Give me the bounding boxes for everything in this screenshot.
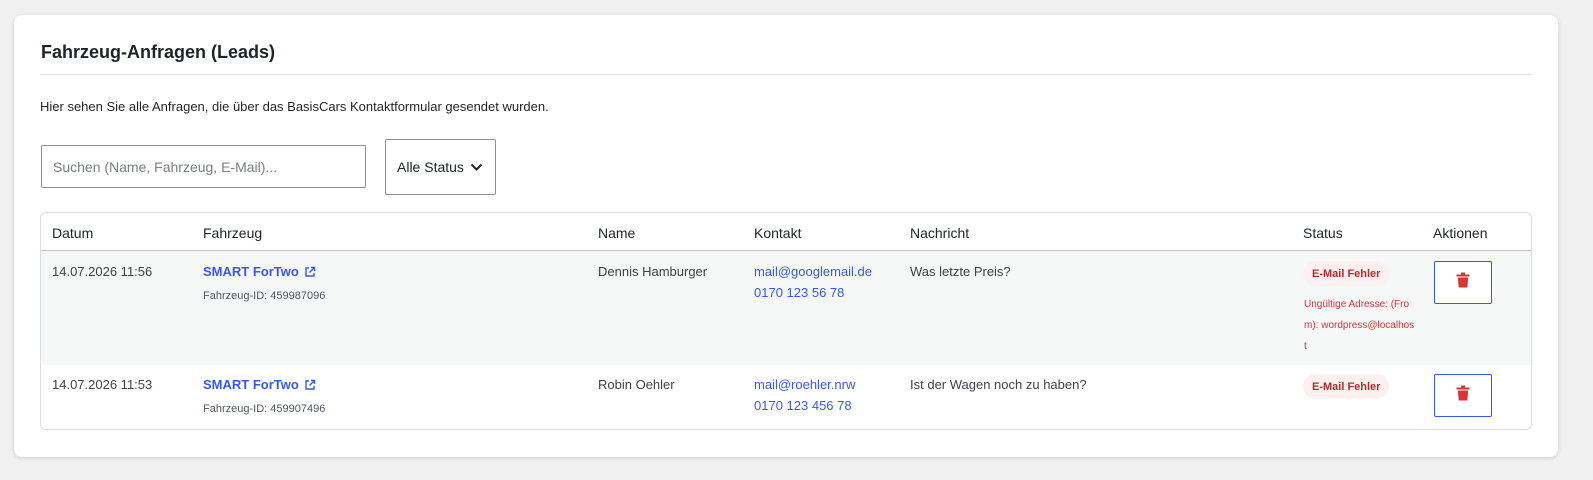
status-error-message: Ungültige Adresse: (From): wordpress@loc… [1304,299,1415,352]
external-link-icon [304,266,316,278]
table-row: 14.07.2026 11:56 SMART ForTwo Fahrzeug-I… [41,251,1531,365]
row-name: Robin Oehler [598,377,675,392]
phone-link[interactable]: 0170 123 56 78 [754,285,844,300]
row-date: 14.07.2026 11:56 [52,264,153,279]
title-divider [40,74,1532,75]
row-message: Ist der Wagen noch zu haben? [910,377,1087,392]
status-badge: E-Mail Fehler [1303,261,1390,286]
trash-icon [1456,385,1470,406]
row-message: Was letzte Preis? [910,264,1011,279]
vehicle-name: SMART ForTwo [203,264,299,279]
table-header: Datum Fahrzeug Name Kontakt Nachricht St… [41,213,1531,251]
column-header-datum: Datum [52,225,94,241]
leads-panel: Fahrzeug-Anfragen (Leads) Hier sehen Sie… [14,15,1558,457]
column-header-kontakt: Kontakt [754,225,802,241]
vehicle-link[interactable]: SMART ForTwo [203,377,316,392]
phone-link[interactable]: 0170 123 456 78 [754,398,852,413]
page-description: Hier sehen Sie alle Anfragen, die über d… [40,99,549,114]
email-link[interactable]: mail@roehler.nrw [754,377,855,392]
table-row: 14.07.2026 11:53 SMART ForTwo Fahrzeug-I… [41,365,1531,429]
column-header-status: Status [1303,225,1343,241]
column-header-fahrzeug: Fahrzeug [203,225,263,241]
vehicle-id: Fahrzeug-ID: 459987096 [203,290,326,302]
external-link-icon [304,379,316,391]
status-badge: E-Mail Fehler [1303,374,1390,399]
column-header-nachricht: Nachricht [910,225,970,241]
chevron-down-icon [470,163,483,172]
delete-button[interactable] [1434,261,1492,304]
email-link[interactable]: mail@googlemail.de [754,264,872,279]
leads-table: Datum Fahrzeug Name Kontakt Nachricht St… [40,212,1532,430]
search-input[interactable] [41,145,366,188]
row-date: 14.07.2026 11:53 [52,377,153,392]
row-name: Dennis Hamburger [598,264,708,279]
column-header-name: Name [598,225,636,241]
vehicle-id: Fahrzeug-ID: 459907496 [203,403,326,415]
vehicle-link[interactable]: SMART ForTwo [203,264,316,279]
delete-button[interactable] [1434,374,1492,417]
status-filter-value: Alle Status [397,159,464,175]
trash-icon [1456,272,1470,293]
vehicle-name: SMART ForTwo [203,377,299,392]
page-title: Fahrzeug-Anfragen (Leads) [41,42,276,62]
column-header-aktionen: Aktionen [1433,225,1488,241]
status-filter-select[interactable]: Alle Status [385,139,496,195]
